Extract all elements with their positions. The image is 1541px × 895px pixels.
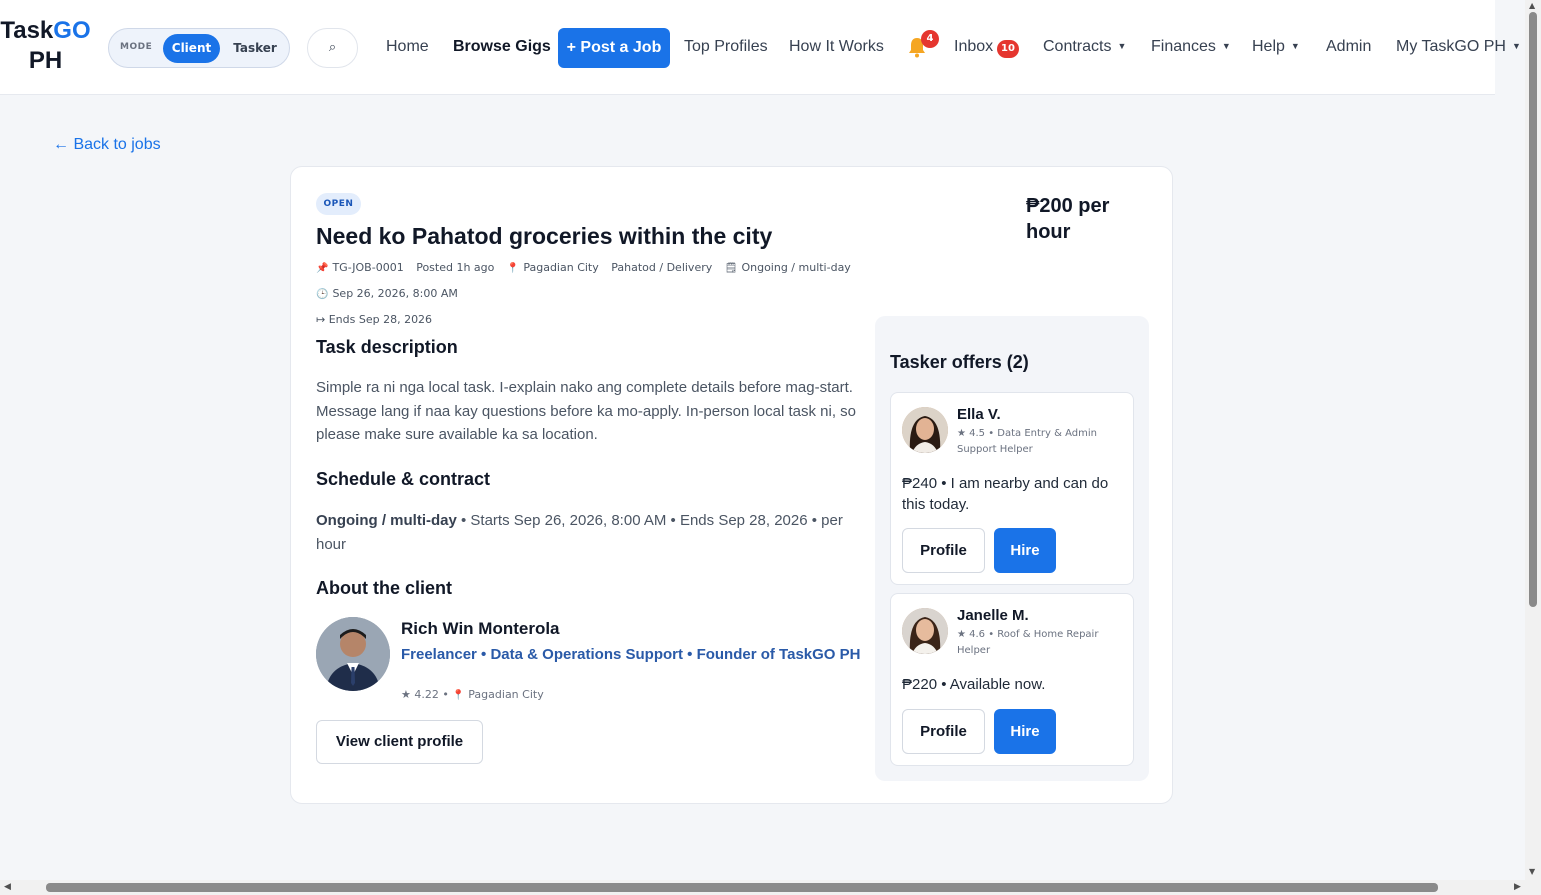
job-detail-card: OPEN Need ko Pahatod groceries within th… [290, 166, 1173, 804]
notification-count-badge: 4 [921, 30, 939, 48]
scroll-right-arrow-icon[interactable]: ▶ [1514, 882, 1521, 892]
tasker-profile-button[interactable]: Profile [902, 528, 985, 573]
brand-logo[interactable]: TaskGO PH [0, 16, 93, 76]
tasker-avatar-image [902, 407, 948, 453]
nav-top-profiles[interactable]: Top Profiles [684, 38, 768, 56]
brand-name-ph: PH [28, 47, 63, 74]
tasker-avatar[interactable] [902, 407, 948, 453]
chevron-down-icon: ▼ [1221, 41, 1231, 51]
status-badge: OPEN [316, 193, 361, 215]
nav-help-label: Help [1252, 38, 1285, 55]
search-button[interactable]: ⌕ [307, 28, 358, 68]
scroll-down-arrow-icon[interactable]: ▼ [1529, 868, 1535, 876]
tasker-name: Janelle M. [957, 607, 1029, 624]
tasker-offers-panel: Tasker offers (2) Ella V. ★ 4.5 • Data E… [875, 316, 1149, 781]
scroll-left-arrow-icon[interactable]: ◀ [4, 882, 11, 892]
pin-icon: 📌 [316, 263, 329, 274]
back-to-jobs-link[interactable]: ← Back to jobs [53, 136, 161, 154]
client-name: Rich Win Monterola [401, 619, 560, 638]
client-avatar[interactable] [316, 617, 390, 691]
job-location: Pagadian City [523, 261, 599, 274]
horizontal-scroll-thumb[interactable] [46, 883, 1438, 892]
task-description-heading: Task description [316, 337, 458, 357]
job-category: Pahatod / Delivery [611, 261, 713, 274]
client-avatar-image [316, 617, 390, 691]
chevron-down-icon: ▼ [1290, 41, 1300, 51]
task-description-text: Simple ra ni nga local task. I-explain n… [316, 379, 857, 443]
about-client-heading: About the client [316, 578, 452, 598]
brand-name-task: Task [0, 17, 54, 44]
top-navbar: TaskGO PH MODE Client Tasker ⌕ Home Brow… [0, 0, 1521, 95]
nav-contracts-label: Contracts [1043, 38, 1112, 55]
tasker-profile-button[interactable]: Profile [902, 709, 985, 754]
mode-tasker-button[interactable]: Tasker [226, 34, 284, 63]
nav-home[interactable]: Home [386, 38, 429, 56]
client-rating: ★ 4.22 • [401, 688, 449, 701]
search-icon: ⌕ [328, 40, 337, 55]
job-posted: Posted 1h ago [416, 261, 495, 274]
tasker-rating-skill: ★ 4.6 • Roof & Home Repair Helper [957, 629, 1099, 656]
offer-card: Ella V. ★ 4.5 • Data Entry & Admin Suppo… [890, 392, 1134, 585]
schedule-heading: Schedule & contract [316, 469, 491, 489]
offer-card: Janelle M. ★ 4.6 • Roof & Home Repair He… [890, 593, 1134, 766]
nav-browse-gigs[interactable]: Browse Gigs [453, 38, 551, 56]
clock-icon: 🕒 [316, 289, 329, 300]
client-meta: ★ 4.22 • 📍 Pagadian City [401, 688, 544, 701]
tasker-avatar[interactable] [902, 608, 948, 654]
job-title: Need ko Pahatod groceries within the cit… [316, 223, 773, 249]
mode-label: MODE [120, 42, 153, 52]
brand-name-go: GO [53, 17, 91, 44]
nav-account[interactable]: My TaskGO PH ▼ [1396, 38, 1521, 56]
horizontal-scrollbar[interactable]: ◀ ▶ [0, 880, 1541, 895]
mode-toggle: MODE Client Tasker [108, 28, 290, 68]
view-client-profile-button[interactable]: View client profile [316, 720, 483, 764]
chevron-down-icon: ▼ [1511, 41, 1521, 51]
job-end: ↦ Ends Sep 28, 2026 [316, 313, 433, 326]
nav-inbox[interactable]: Inbox [954, 38, 993, 56]
location-icon: 📍 [506, 263, 520, 274]
offers-title: Tasker offers (2) [890, 352, 1029, 372]
calendar-icon: 🗒 [724, 263, 738, 274]
mode-client-button[interactable]: Client [163, 34, 220, 63]
inbox-count-badge: 10 [997, 40, 1019, 58]
scroll-up-arrow-icon[interactable]: ▲ [1529, 2, 1535, 10]
hire-button[interactable]: Hire [994, 528, 1056, 573]
job-id: TG-JOB-0001 [332, 261, 404, 274]
offer-message: ₱220 • Available now. [902, 676, 1046, 693]
schedule-type: Ongoing / multi-day [316, 512, 457, 529]
nav-how-it-works[interactable]: How It Works [789, 38, 884, 56]
offer-message: ₱240 • I am nearby and can do this today… [902, 475, 1109, 513]
job-price: ₱200 per hour [1026, 195, 1110, 243]
hire-button[interactable]: Hire [994, 709, 1056, 754]
nav-admin[interactable]: Admin [1326, 38, 1371, 56]
job-duration: Ongoing / multi-day [741, 261, 851, 274]
tasker-avatar-image [902, 608, 948, 654]
post-job-button[interactable]: + Post a Job [558, 28, 670, 68]
nav-help[interactable]: Help ▼ [1252, 38, 1300, 56]
tasker-name: Ella V. [957, 406, 1001, 423]
nav-finances-label: Finances [1151, 38, 1216, 55]
client-role: Freelancer • Data & Operations Support •… [401, 646, 861, 663]
vertical-scroll-thumb[interactable] [1529, 12, 1537, 607]
job-start: Sep 26, 2026, 8:00 AM [332, 287, 458, 300]
location-icon: 📍 [452, 690, 465, 701]
tasker-rating-skill: ★ 4.5 • Data Entry & Admin Support Helpe… [957, 428, 1097, 455]
schedule-text: Ongoing / multi-day • Starts Sep 26, 202… [316, 509, 856, 556]
vertical-scrollbar[interactable]: ▲ ▼ [1525, 0, 1541, 880]
nav-account-label: My TaskGO PH [1396, 38, 1506, 55]
client-location: Pagadian City [468, 688, 544, 701]
chevron-down-icon: ▼ [1117, 41, 1127, 51]
nav-contracts[interactable]: Contracts ▼ [1043, 38, 1126, 56]
nav-finances[interactable]: Finances ▼ [1151, 38, 1231, 56]
